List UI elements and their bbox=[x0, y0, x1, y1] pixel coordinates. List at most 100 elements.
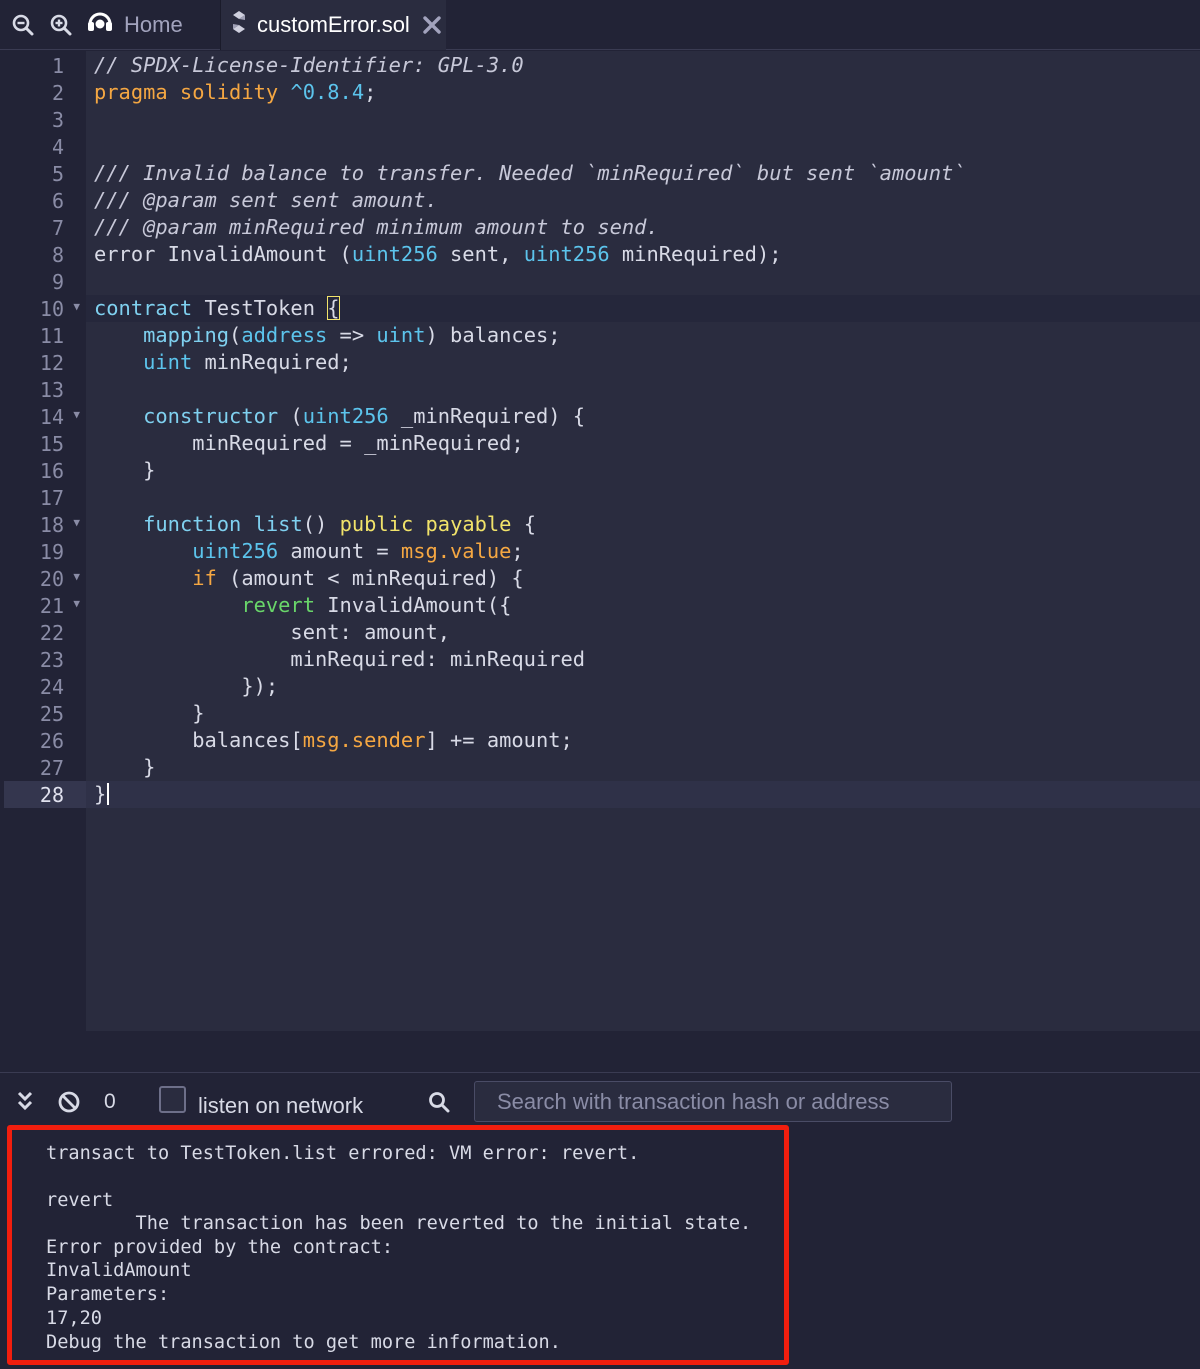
code-token: public bbox=[339, 512, 414, 536]
fold-toggle-icon[interactable]: ▼ bbox=[73, 408, 80, 421]
code-line[interactable]: minRequired: minRequired bbox=[86, 646, 1200, 673]
code-line[interactable]: uint256 amount = msg.value; bbox=[86, 538, 1200, 565]
ban-icon[interactable] bbox=[56, 1089, 82, 1115]
line-number: 28 bbox=[4, 781, 86, 808]
search-icon[interactable] bbox=[426, 1089, 452, 1115]
code-token: { bbox=[327, 296, 340, 320]
code-line[interactable]: } bbox=[86, 754, 1200, 781]
code-token: constructor bbox=[143, 404, 279, 428]
code-token: /// @param sent sent amount. bbox=[94, 188, 438, 212]
tab-custom-error-sol[interactable]: customError.sol bbox=[220, 0, 446, 50]
code-line[interactable]: pragma solidity ^0.8.4; bbox=[86, 79, 1200, 106]
zoom-out-icon[interactable] bbox=[10, 12, 36, 38]
fold-toggle-icon[interactable]: ▼ bbox=[73, 597, 80, 610]
code-token: } bbox=[94, 458, 156, 482]
line-number: 20 ▼ bbox=[4, 565, 86, 592]
pending-tx-count: 0 bbox=[104, 1090, 116, 1113]
line-number-text: 23 bbox=[39, 648, 64, 672]
code-token: } bbox=[94, 701, 205, 725]
line-number: 2 bbox=[4, 79, 86, 106]
code-token: minRequired); bbox=[609, 242, 782, 266]
code-token: contract bbox=[94, 296, 193, 320]
line-number: 27 bbox=[4, 754, 86, 781]
line-number-text: 13 bbox=[39, 378, 64, 402]
code-line[interactable]: revert InvalidAmount({ bbox=[86, 592, 1200, 619]
code-line[interactable]: sent: amount, bbox=[86, 619, 1200, 646]
line-number: 4 bbox=[4, 133, 86, 160]
code-token: sent: amount, bbox=[94, 620, 451, 644]
text-cursor bbox=[107, 783, 110, 805]
code-line[interactable]: constructor (uint256 _minRequired) { bbox=[86, 403, 1200, 430]
tx-search-input[interactable] bbox=[474, 1081, 952, 1122]
line-number: 13 bbox=[4, 376, 86, 403]
close-icon[interactable] bbox=[422, 15, 442, 35]
code-token: sent, bbox=[437, 242, 524, 266]
line-number: 22 bbox=[4, 619, 86, 646]
line-number: 12 bbox=[4, 349, 86, 376]
code-line[interactable]: }); bbox=[86, 673, 1200, 700]
line-number-text: 5 bbox=[51, 162, 64, 186]
line-number: 11 bbox=[4, 322, 86, 349]
line-number-text: 1 bbox=[51, 54, 64, 78]
code-token: minRequired = _minRequired; bbox=[94, 431, 524, 455]
code-line[interactable] bbox=[86, 106, 1200, 133]
code-line[interactable]: } bbox=[86, 457, 1200, 484]
line-number-text: 27 bbox=[39, 756, 64, 780]
code-line[interactable] bbox=[86, 376, 1200, 403]
code-token: msg.value bbox=[400, 539, 512, 563]
code-token: // SPDX-License-Identifier: GPL-3.0 bbox=[94, 53, 524, 77]
code-line[interactable]: // SPDX-License-Identifier: GPL-3.0 bbox=[86, 52, 1200, 79]
code-editor[interactable]: 1 2 3 4 5 6 7 8 9 10 ▼ 11 12 13 14 ▼ 15 16 17 18 ▼ 19 20 ▼ 21 ▼ 22… bbox=[4, 51, 1200, 1031]
fold-toggle-icon[interactable]: ▼ bbox=[73, 300, 80, 313]
code-token: ^0.8.4 bbox=[290, 80, 365, 104]
code-token: () bbox=[302, 512, 340, 536]
line-number-text: 16 bbox=[39, 459, 64, 483]
code-token: uint256 bbox=[192, 539, 279, 563]
code-line[interactable]: if (amount < minRequired) { bbox=[86, 565, 1200, 592]
code-line[interactable]: /// @param sent sent amount. bbox=[86, 187, 1200, 214]
double-chevron-down-icon[interactable] bbox=[14, 1089, 36, 1113]
listen-on-network-checkbox[interactable] bbox=[159, 1086, 186, 1113]
code-line[interactable] bbox=[86, 268, 1200, 295]
code-line[interactable]: } bbox=[86, 700, 1200, 727]
line-number-gutter: 1 2 3 4 5 6 7 8 9 10 ▼ 11 12 13 14 ▼ 15 16 17 18 ▼ 19 20 ▼ 21 ▼ 22… bbox=[4, 51, 86, 1031]
code-line[interactable] bbox=[86, 484, 1200, 511]
code-token: amount = bbox=[278, 539, 401, 563]
tab-file-label: customError.sol bbox=[257, 12, 410, 37]
fold-toggle-icon[interactable]: ▼ bbox=[73, 570, 80, 583]
line-number-text: 24 bbox=[39, 675, 64, 699]
code-token: balances[ bbox=[94, 728, 303, 752]
code-token: /// Invalid balance to transfer. Needed … bbox=[94, 161, 966, 185]
code-line[interactable]: mapping(address => uint) balances; bbox=[86, 322, 1200, 349]
line-number-text: 17 bbox=[39, 486, 64, 510]
code-token: function bbox=[143, 512, 242, 536]
tab-home[interactable]: Home bbox=[84, 0, 212, 50]
line-number: 17 bbox=[4, 484, 86, 511]
code-line[interactable]: uint minRequired; bbox=[86, 349, 1200, 376]
line-number-text: 7 bbox=[51, 216, 64, 240]
code-line[interactable]: function list() public payable { bbox=[86, 511, 1200, 538]
listen-on-network-label[interactable]: listen on network bbox=[198, 1093, 363, 1119]
code-token: ; bbox=[364, 80, 377, 104]
code-line[interactable]: balances[msg.sender] += amount; bbox=[86, 727, 1200, 754]
code-line[interactable]: minRequired = _minRequired; bbox=[86, 430, 1200, 457]
fold-toggle-icon[interactable]: ▼ bbox=[73, 516, 80, 529]
code-line[interactable]: /// @param minRequired minimum amount to… bbox=[86, 214, 1200, 241]
code-token: uint bbox=[143, 350, 193, 374]
code-line[interactable]: } bbox=[86, 781, 1200, 808]
code-token: payable bbox=[425, 512, 512, 536]
line-number: 10 ▼ bbox=[4, 295, 86, 322]
line-number: 16 bbox=[4, 457, 86, 484]
code-line[interactable]: contract TestToken { bbox=[86, 295, 1200, 322]
code-line[interactable] bbox=[86, 133, 1200, 160]
code-line[interactable]: error InvalidAmount (uint256 sent, uint2… bbox=[86, 241, 1200, 268]
code-token: _minRequired) { bbox=[388, 404, 586, 428]
line-number: 5 bbox=[4, 160, 86, 187]
code-token: ( bbox=[229, 323, 242, 347]
line-number: 8 bbox=[4, 241, 86, 268]
zoom-in-icon[interactable] bbox=[48, 12, 74, 38]
line-number-text: 19 bbox=[39, 540, 64, 564]
code-token: uint256 bbox=[302, 404, 389, 428]
code-line[interactable]: /// Invalid balance to transfer. Needed … bbox=[86, 160, 1200, 187]
